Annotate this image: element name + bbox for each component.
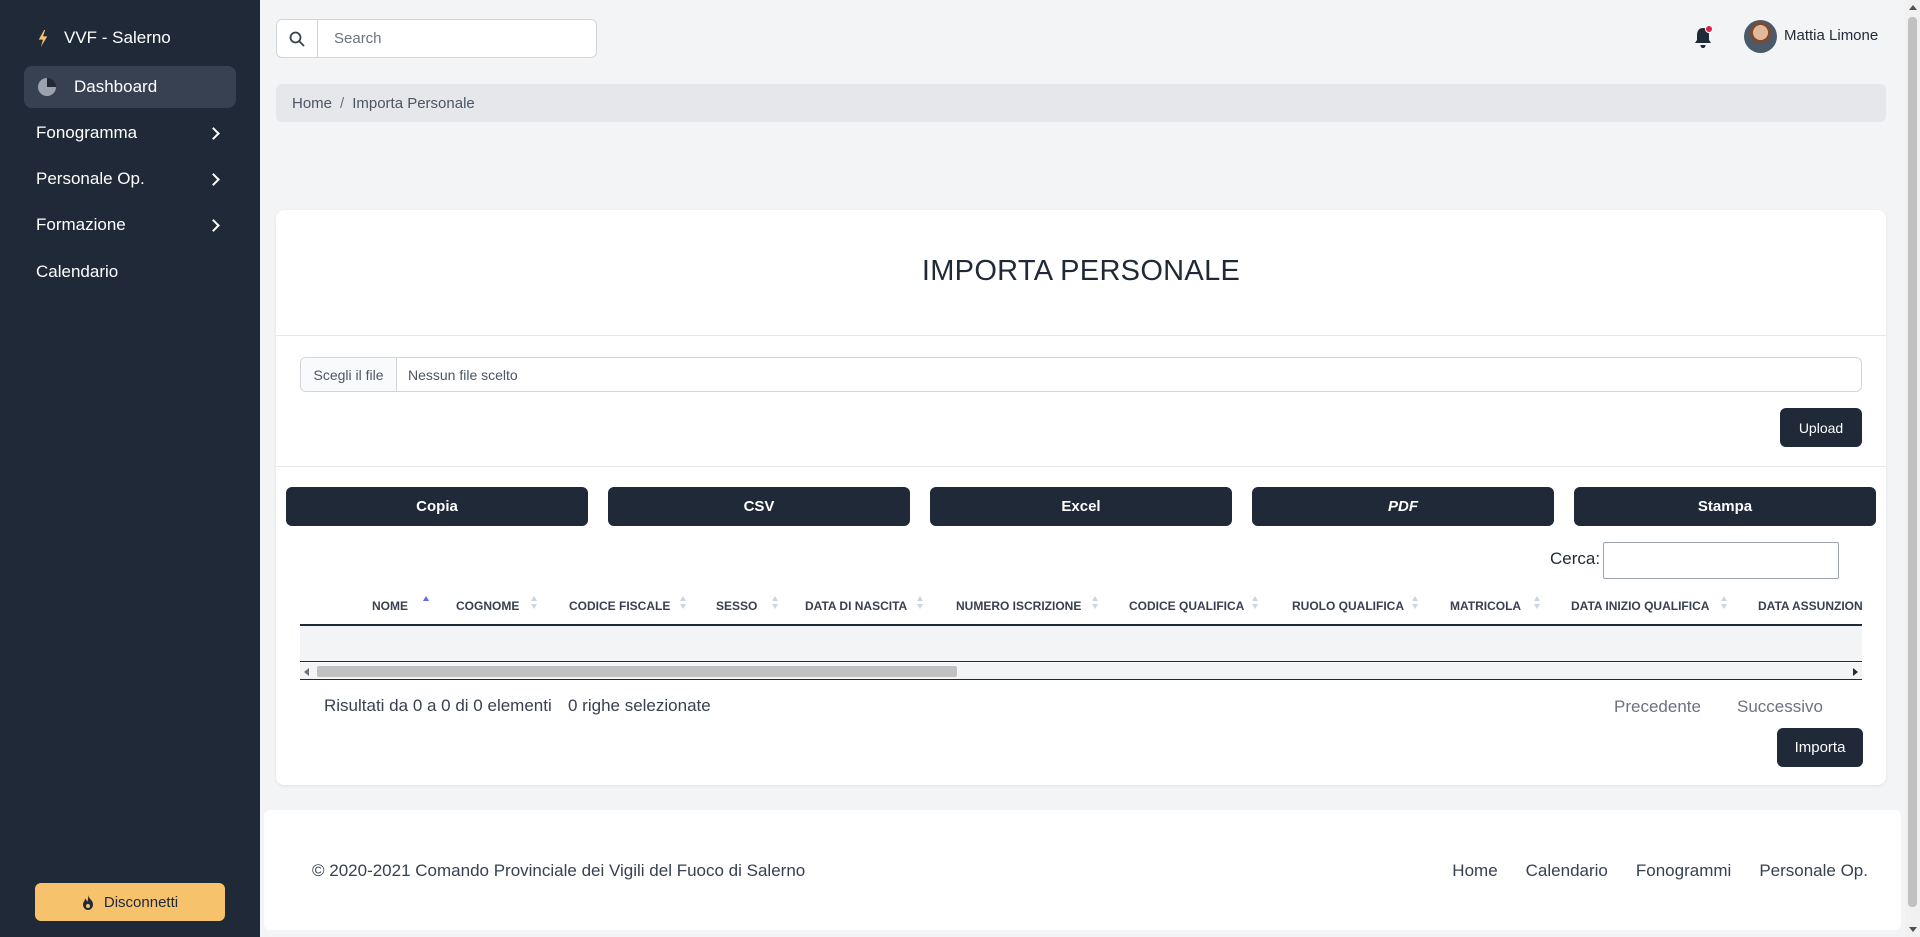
column-header-nome[interactable]: NOME [372,599,408,613]
file-status: Nessun file scelto [408,366,518,383]
sidebar: VVF - Salerno Dashboard Fonogramma Perso… [0,0,260,937]
csv-button[interactable]: CSV [608,487,910,526]
chevron-right-icon [207,126,220,140]
sidebar-item-personale-op[interactable]: Personale Op. [36,169,222,189]
sidebar-item-label: Formazione [36,215,126,234]
flame-icon [82,894,93,910]
breadcrumb: Home / Importa Personale [276,84,1886,122]
footer-link-personale-op[interactable]: Personale Op. [1759,861,1868,881]
sidebar-item-calendario[interactable]: Calendario [36,262,222,282]
sort-icon [1412,596,1419,614]
footer-links: Home Calendario Fonogrammi Personale Op. [1452,861,1868,881]
column-header-cognome[interactable]: COGNOME [456,599,519,613]
bolt-icon [38,29,48,47]
sidebar-item-dashboard[interactable]: Dashboard [24,66,236,108]
column-header-codice-fiscale[interactable]: CODICE FISCALE [569,599,670,613]
divider [276,335,1886,336]
choose-file-button[interactable]: Scegli il file [301,358,397,391]
pdf-button[interactable]: PDF [1252,487,1554,526]
scrollbar-thumb[interactable] [1908,17,1917,907]
upload-button[interactable]: Upload [1780,408,1862,447]
column-header-data-assunzione[interactable]: DATA ASSUNZIONE [1758,599,1862,613]
copy-button[interactable]: Copia [286,487,588,526]
column-header-data-di-nascita[interactable]: DATA DI NASCITA [805,599,907,613]
logout-button[interactable]: Disconnetti [35,883,225,921]
footer-link-fonogrammi[interactable]: Fonogrammi [1636,861,1731,881]
pie-chart-icon [38,78,56,96]
import-card: IMPORTA PERSONALE Scegli il file Nessun … [276,210,1886,785]
search-icon[interactable] [277,20,318,57]
chevron-right-icon [207,218,220,232]
sort-icon [917,596,924,614]
table-empty-row [300,626,1862,662]
previous-page-button[interactable]: Precedente [1614,697,1701,717]
column-header-matricola[interactable]: MATRICOLA [1450,599,1521,613]
search-input[interactable] [318,20,596,57]
vertical-scrollbar[interactable] [1905,0,1920,937]
excel-button[interactable]: Excel [930,487,1232,526]
divider [276,466,1886,467]
sidebar-item-label: Personale Op. [36,169,145,188]
sort-icon [1252,596,1259,614]
column-header-ruolo-qualifica[interactable]: RUOLO QUALIFICA [1292,599,1404,613]
copyright: © 2020-2021 Comando Provinciale dei Vigi… [312,861,806,880]
scroll-left-arrow-icon[interactable] [304,668,309,676]
scroll-right-arrow-icon[interactable] [1853,668,1858,676]
print-button[interactable]: Stampa [1574,487,1876,526]
import-button[interactable]: Importa [1777,728,1863,767]
footer-link-home[interactable]: Home [1452,861,1497,881]
breadcrumb-home[interactable]: Home [292,95,332,112]
sidebar-item-label: Calendario [36,262,119,281]
breadcrumb-separator: / [340,94,345,112]
user-name[interactable]: Mattia Limone [1784,27,1878,44]
sort-icon [772,596,779,614]
sort-icon [1721,596,1728,614]
horizontal-scrollbar[interactable] [300,663,1862,680]
column-header-numero-iscrizione[interactable]: NUMERO ISCRIZIONE [956,599,1081,613]
selected-info: 0 righe selezionate [568,696,711,715]
column-header-data-inizio-qualifica[interactable]: DATA INIZIO QUALIFICA [1571,599,1709,613]
sidebar-item-formazione[interactable]: Formazione [36,215,222,235]
chevron-right-icon [207,172,220,186]
sort-asc-icon [423,596,430,614]
scroll-up-arrow-icon[interactable] [1909,5,1917,10]
sidebar-item-label: Fonogramma [36,123,138,142]
footer-link-calendario[interactable]: Calendario [1526,861,1608,881]
next-page-button[interactable]: Successivo [1737,697,1823,717]
sidebar-item-fonogramma[interactable]: Fonogramma [36,123,222,143]
sort-icon [531,596,538,614]
table-search-label: Cerca: [1550,549,1601,568]
search-box [276,19,597,58]
page-title: IMPORTA PERSONALE [921,255,1241,287]
scrollbar-thumb[interactable] [317,666,957,677]
table-info: Risultati da 0 a 0 di 0 elementi [324,696,552,715]
table-header: NOME COGNOME CODICE FISCALE SESSO DATA D… [300,586,1862,626]
table-search-input[interactable] [1603,542,1839,579]
sort-icon [680,596,687,614]
sidebar-item-label: Dashboard [74,77,158,96]
footer: © 2020-2021 Comando Provinciale dei Vigi… [264,810,1901,930]
column-header-codice-qualifica[interactable]: CODICE QUALIFICA [1129,599,1244,613]
sort-icon [1534,596,1541,614]
avatar[interactable] [1744,20,1777,53]
brand[interactable]: VVF - Salerno [36,28,171,48]
logout-label: Disconnetti [103,893,179,911]
scroll-down-arrow-icon[interactable] [1909,927,1917,932]
notification-dot [1705,25,1713,33]
sort-icon [1092,596,1099,614]
brand-label: VVF - Salerno [64,28,171,47]
breadcrumb-current: Importa Personale [352,94,475,112]
column-header-sesso[interactable]: SESSO [716,599,757,613]
file-input[interactable]: Scegli il file Nessun file scelto [300,357,1862,392]
